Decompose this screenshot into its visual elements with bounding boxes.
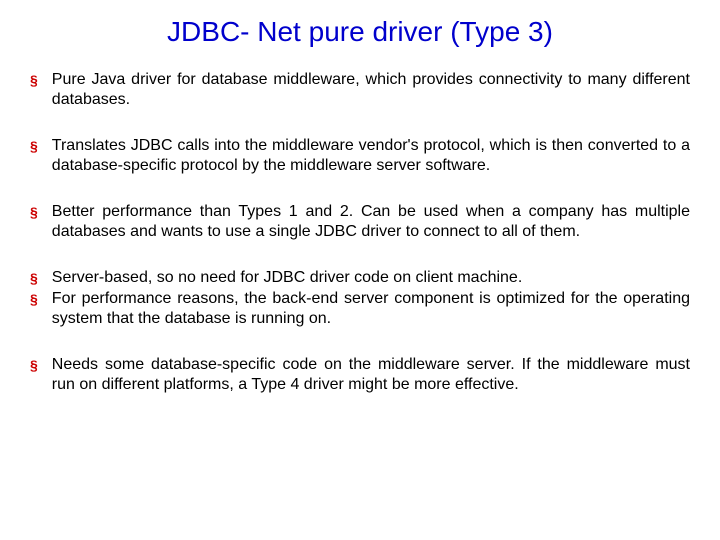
bullet-icon: § — [30, 136, 38, 157]
bullet-text: Pure Java driver for database middleware… — [52, 70, 690, 110]
list-item: § For performance reasons, the back-end … — [30, 289, 690, 329]
bullet-text: Server-based, so no need for JDBC driver… — [52, 268, 690, 288]
list-item: § Server-based, so no need for JDBC driv… — [30, 268, 690, 289]
bullet-text: For performance reasons, the back-end se… — [52, 289, 690, 329]
bullet-text: Needs some database-specific code on the… — [52, 355, 690, 395]
list-item: § Translates JDBC calls into the middlew… — [30, 136, 690, 176]
list-item: § Needs some database-specific code on t… — [30, 355, 690, 395]
list-item: § Better performance than Types 1 and 2.… — [30, 202, 690, 242]
list-item: § Pure Java driver for database middlewa… — [30, 70, 690, 110]
bullet-text: Translates JDBC calls into the middlewar… — [52, 136, 690, 176]
bullet-text: Better performance than Types 1 and 2. C… — [52, 202, 690, 242]
bullet-icon: § — [30, 268, 38, 289]
bullet-icon: § — [30, 202, 38, 223]
bullet-list: § Pure Java driver for database middlewa… — [30, 70, 690, 395]
bullet-icon: § — [30, 289, 38, 310]
bullet-icon: § — [30, 70, 38, 91]
slide-title: JDBC- Net pure driver (Type 3) — [30, 16, 690, 48]
bullet-icon: § — [30, 355, 38, 376]
